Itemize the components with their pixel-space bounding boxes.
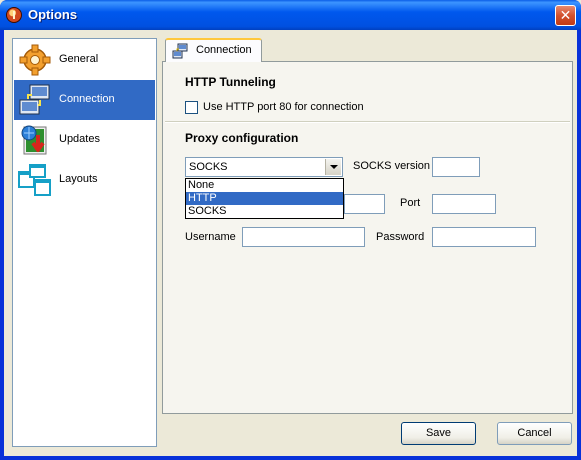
dialog-body: General Connection Updates Layouts Conne… xyxy=(4,30,577,456)
app-icon xyxy=(6,7,22,23)
connection-panel: HTTP Tunneling Use HTTP port 80 for conn… xyxy=(162,61,573,414)
tab-label: Connection xyxy=(196,44,252,56)
title-bar[interactable]: Options ✕ xyxy=(0,0,581,30)
dropdown-option-none[interactable]: None xyxy=(186,179,343,192)
network-connection-icon xyxy=(19,84,50,115)
cancel-button[interactable]: Cancel xyxy=(497,422,572,445)
sidebar-item-layouts[interactable]: Layouts xyxy=(14,160,155,200)
proxy-type-dropdown: None HTTP SOCKS xyxy=(185,178,344,219)
gear-icon xyxy=(19,44,51,76)
close-icon: ✕ xyxy=(559,7,572,23)
username-field[interactable] xyxy=(242,227,365,247)
http-port80-checkbox[interactable] xyxy=(185,101,198,114)
http-tunneling-heading: HTTP Tunneling xyxy=(185,75,276,89)
username-label: Username xyxy=(185,231,236,243)
network-connection-icon xyxy=(172,43,188,59)
tab-connection[interactable]: Connection xyxy=(165,38,262,62)
proxy-type-select[interactable]: SOCKS xyxy=(185,157,343,177)
port-field[interactable] xyxy=(432,194,496,214)
password-field[interactable] xyxy=(432,227,536,247)
window-title: Options xyxy=(28,7,78,22)
category-list: General Connection Updates Layouts xyxy=(12,38,157,447)
sidebar-item-label: General xyxy=(59,53,99,65)
sidebar-item-label: Connection xyxy=(59,93,115,105)
dropdown-option-http[interactable]: HTTP xyxy=(186,192,343,205)
dropdown-option-socks[interactable]: SOCKS xyxy=(186,205,343,218)
proxy-configuration-heading: Proxy configuration xyxy=(185,131,299,145)
sidebar-item-label: Layouts xyxy=(59,173,98,185)
password-label: Password xyxy=(376,231,425,243)
chevron-down-icon[interactable] xyxy=(325,159,341,175)
update-download-icon xyxy=(21,125,47,155)
proxy-type-value: SOCKS xyxy=(189,161,228,173)
windows-layout-icon xyxy=(18,164,51,196)
close-button[interactable]: ✕ xyxy=(555,5,576,26)
socks-version-label: SOCKS version xyxy=(353,160,431,172)
section-divider xyxy=(165,121,570,123)
port-label: Port xyxy=(400,197,421,209)
sidebar-item-updates[interactable]: Updates xyxy=(14,120,155,160)
sidebar-item-general[interactable]: General xyxy=(14,40,155,80)
sidebar-item-connection[interactable]: Connection xyxy=(14,80,155,120)
socks-version-field[interactable] xyxy=(432,157,480,177)
sidebar-item-label: Updates xyxy=(59,133,100,145)
save-button[interactable]: Save xyxy=(401,422,476,445)
proxy-host-field[interactable] xyxy=(344,194,385,214)
http-port80-label: Use HTTP port 80 for connection xyxy=(203,101,364,113)
options-window: Options ✕ General Connection Updates Lay… xyxy=(0,0,581,460)
